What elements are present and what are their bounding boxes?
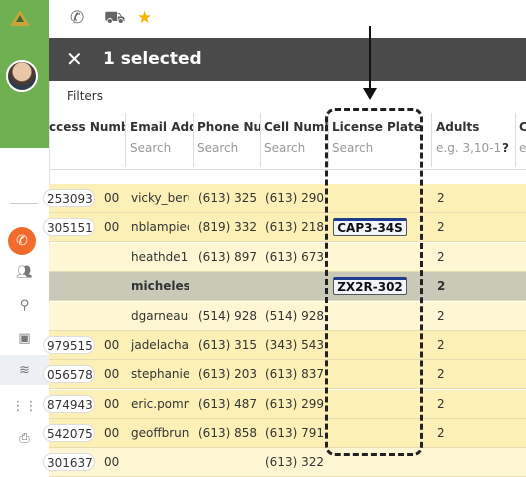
phone-cell: (613) 315 [198,338,257,352]
adults-cell: 2 [437,426,445,440]
access-code-cell: 00 [104,367,120,381]
access-code-cell: 00 [104,397,120,411]
people-icon[interactable]: 👥︎ [0,258,49,286]
grid-icon[interactable]: ⋮⋮ [0,392,49,420]
adults-cell: 2 [437,367,445,381]
phone-cell: (613) 325 [198,191,257,205]
printer-icon[interactable]: ⎙ [0,424,49,452]
access-number-cell: 979515 [43,336,95,354]
email-cell: dgarneau [131,309,189,323]
cell-number-cell: (613) 218 [265,220,324,234]
cell-number-cell: (613) 837 [265,367,324,381]
sidebar-header [0,0,49,148]
database-icon[interactable]: ≋ [0,355,49,385]
phone-cell: (819) 332 [198,220,257,234]
column-header[interactable]: C e [516,113,526,167]
close-icon[interactable]: ✕ [66,47,83,71]
selection-bar: ✕ 1 selected [49,38,526,81]
adults-cell: 2 [437,191,445,205]
search-input[interactable]: Search [264,141,305,155]
email-cell: stephanie [131,367,189,381]
help-icon[interactable]: ? [502,141,509,155]
star-icon[interactable]: ★ [137,8,152,28]
car-icon[interactable]: ⛟ [104,8,125,30]
cell-number-cell: (613) 322 [265,455,324,469]
phone-cell: (613) 203 [198,367,257,381]
access-code-cell: 00 [104,191,120,205]
table-row[interactable]: 542075 00 geoffbrun (613) 858 (613) 791 2 [43,419,526,448]
screen-icon[interactable]: ▣ [0,324,49,352]
adults-cell: 2 [437,309,445,323]
column-header[interactable]: Cell Numbe Search [261,113,329,167]
phone-button[interactable]: ✆ [8,227,36,255]
adults-cell: 2 [437,250,445,264]
adults-cell: 2 [437,338,445,352]
table-row[interactable]: 253093 00 vicky_beru (613) 325 (613) 290 2 [43,184,526,213]
access-number-cell: 253093 [43,189,95,207]
top-toolbar: ✆ ⛟ ★ [49,0,526,38]
sidebar-divider [10,203,38,204]
column-header[interactable]: Adults e.g. 3,10-1 ? [432,113,516,167]
email-cell: michelesi [131,279,189,293]
left-sidebar: ✆ 👥︎ ⚲ ▣ ≋ ⋮⋮ ⎙ [0,0,50,463]
email-cell: heathde1c [131,250,189,264]
phone-cell: (613) 487 [198,397,257,411]
email-cell: vicky_beru [131,191,189,205]
access-code-cell: 00 [104,220,120,234]
adults-cell: 2 [437,220,445,234]
table-row[interactable]: 874943 00 eric.pomm (613) 487 (613) 299 2 [43,390,526,419]
phone-icon[interactable]: ✆ [70,8,84,28]
cell-number-cell: (514) 928 [265,309,324,323]
access-code-cell: 00 [104,426,120,440]
arrow [369,26,371,90]
table-row[interactable]: dgarneau (514) 928 (514) 928 2 [49,302,526,331]
phone-cell: (514) 928 [198,309,257,323]
email-cell: eric.pomm [131,397,189,411]
cell-number-cell: (613) 673 [265,250,324,264]
search-input[interactable]: e.g. 3,10-1 [436,141,501,155]
access-code-cell: 00 [104,338,120,352]
map-pin-icon[interactable]: ⚲ [0,291,49,319]
phone-icon: ✆ [16,233,28,249]
table-row[interactable]: michelesi 2 [49,272,526,301]
access-number-cell: 305151 [43,218,95,236]
column-header[interactable]: ccess Numbe [49,113,126,167]
table-row[interactable]: 979515 00 jadelacha (613) 315 (343) 543 2 [43,331,526,360]
cell-number-cell: (613) 290 [265,191,324,205]
access-number-cell: 874943 [43,395,95,413]
table-row[interactable]: 305151 00 nblampiec (819) 332 (613) 218 2 [43,213,526,242]
table-row[interactable]: 056578 00 stephanie (613) 203 (613) 837 2 [43,360,526,389]
cell-number-cell: (613) 299 [265,397,324,411]
phone-cell: (613) 897 [198,250,257,264]
adults-cell: 2 [437,397,445,411]
search-input[interactable]: Search [130,141,171,155]
column-header[interactable]: Phone Num Search [194,113,261,167]
adults-cell: 2 [437,279,446,293]
filters-button[interactable]: Filters [67,89,103,103]
search-input[interactable]: Search [197,141,238,155]
email-cell: jadelacha [131,338,189,352]
selection-count: 1 selected [103,49,202,69]
access-code-cell: 00 [104,455,120,469]
email-cell: geoffbrun [131,426,189,440]
arrow-head [363,88,377,100]
access-number-cell: 542075 [43,424,95,442]
email-cell: nblampiec [131,220,189,234]
access-number-cell: 056578 [43,365,95,383]
column-header[interactable]: Email Addr Search [127,113,194,167]
logo-icon [10,10,30,26]
table-row[interactable]: heathde1c (613) 897 (613) 673 2 [49,243,526,272]
highlight-box [325,108,423,456]
avatar[interactable] [6,60,38,92]
access-number-cell: 301637 [43,453,95,471]
cell-number-cell: (613) 791 [265,426,324,440]
header-divider [49,169,526,170]
phone-cell: (613) 858 [198,426,257,440]
cell-number-cell: (343) 543 [265,338,324,352]
